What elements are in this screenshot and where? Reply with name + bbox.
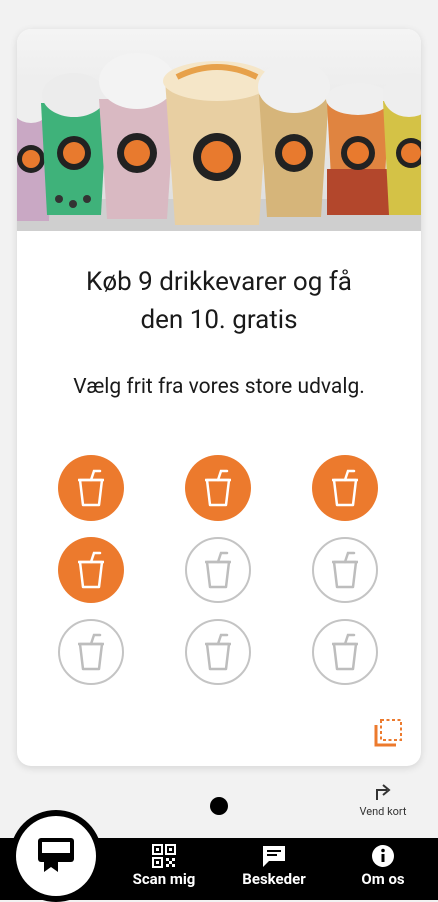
stamp-collected [312, 455, 378, 521]
stamp-empty [58, 619, 124, 685]
stamp-grid [58, 455, 382, 685]
stamp-collected [58, 455, 124, 521]
offer-subtitle: Vælg frit fra vores store udvalg. [73, 375, 365, 399]
drink-cup-icon [205, 551, 231, 589]
drink-cup-icon [205, 469, 231, 507]
drinks-hero-image [17, 29, 421, 231]
offer-title-line-2: den 10. gratis [140, 305, 298, 335]
chat-bubble-icon [263, 846, 285, 867]
nav-about[interactable]: Om os [350, 844, 416, 888]
offer-title: Køb 9 drikkevarer og få den 10. gratis [17, 263, 421, 339]
flip-corner-icon[interactable] [372, 717, 404, 749]
flip-arrow-icon [376, 784, 391, 800]
stamp-empty [185, 537, 251, 603]
nav-messages-label: Beskeder [242, 870, 306, 888]
nav-scan-label: Scan mig [132, 870, 196, 888]
drink-cup-icon [332, 469, 358, 507]
nav-scan[interactable]: Scan mig [124, 844, 204, 888]
pager-dot-active [210, 797, 228, 815]
offer-title-line-1: Køb 9 drikkevarer og få [86, 267, 352, 297]
drink-cup-icon [78, 633, 104, 671]
drink-cup-icon [332, 551, 358, 589]
stamp-collected [185, 455, 251, 521]
qr-code-icon [152, 844, 176, 868]
drink-cup-icon [332, 633, 358, 671]
drink-cup-icon [205, 633, 231, 671]
card-icon [38, 838, 74, 872]
nav-messages[interactable]: Beskeder [232, 844, 316, 888]
info-icon [372, 845, 394, 867]
stamp-empty [312, 619, 378, 685]
drink-cup-icon [78, 551, 104, 589]
home-button[interactable] [16, 816, 96, 896]
loyalty-card: Køb 9 drikkevarer og få den 10. gratis V… [17, 29, 421, 766]
drink-cup-icon [78, 469, 104, 507]
flip-card-button[interactable]: Vend kort [338, 780, 428, 818]
flip-card-label: Vend kort [359, 805, 407, 818]
stamp-empty [185, 619, 251, 685]
stamp-empty [312, 537, 378, 603]
stamp-collected [58, 537, 124, 603]
nav-about-label: Om os [361, 870, 405, 888]
